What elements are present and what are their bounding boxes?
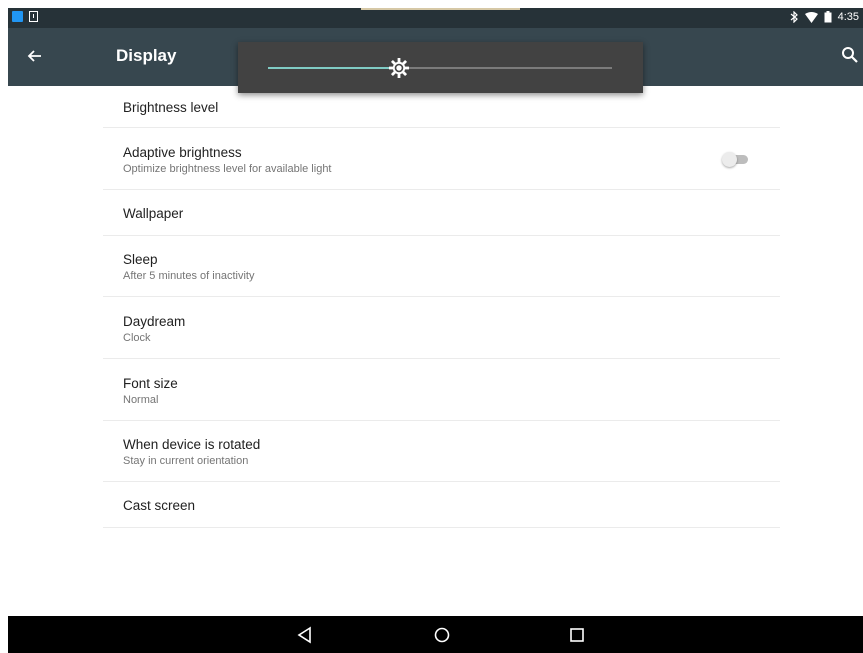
home-circle-icon[interactable] bbox=[432, 625, 452, 645]
status-time: 4:35 bbox=[837, 11, 859, 23]
setting-label: Brightness level bbox=[123, 100, 219, 115]
bluetooth-icon bbox=[790, 11, 798, 23]
arrow-left-icon[interactable] bbox=[25, 46, 45, 66]
setting-label: Daydream bbox=[123, 314, 186, 329]
adaptive-brightness-toggle[interactable] bbox=[722, 152, 750, 167]
setting-label: Wallpaper bbox=[123, 206, 184, 221]
setting-summary: Clock bbox=[123, 332, 151, 344]
navigation-bar bbox=[8, 616, 863, 653]
setting-cast-screen[interactable]: Cast screen bbox=[103, 482, 780, 528]
setting-label: Sleep bbox=[123, 252, 158, 267]
setting-summary: Normal bbox=[123, 394, 159, 406]
setting-label: Adaptive brightness bbox=[123, 145, 242, 160]
page-title: Display bbox=[116, 46, 177, 65]
back-triangle-icon[interactable] bbox=[295, 625, 315, 645]
setting-font-size[interactable]: Font size Normal bbox=[103, 359, 780, 421]
setting-daydream[interactable]: Daydream Clock bbox=[103, 297, 780, 359]
status-bar: 4:35 bbox=[8, 8, 863, 28]
setting-summary: After 5 minutes of inactivity bbox=[123, 270, 255, 282]
brightness-icon[interactable] bbox=[388, 57, 410, 79]
setting-label: When device is rotated bbox=[123, 437, 261, 452]
app-notification-icon bbox=[12, 11, 23, 22]
brightness-slider-fill bbox=[268, 67, 399, 69]
setting-rotation[interactable]: When device is rotated Stay in current o… bbox=[103, 421, 780, 482]
setting-summary: Optimize brightness level for available … bbox=[123, 163, 332, 175]
setting-label: Font size bbox=[123, 376, 178, 391]
brightness-slider[interactable] bbox=[268, 58, 612, 78]
settings-list: Brightness level Adaptive brightness Opt… bbox=[103, 86, 780, 528]
top-indicator bbox=[361, 8, 520, 10]
setting-label: Cast screen bbox=[123, 498, 196, 513]
download-icon bbox=[29, 11, 38, 22]
toggle-knob bbox=[722, 152, 737, 167]
battery-icon bbox=[824, 11, 832, 23]
setting-adaptive-brightness[interactable]: Adaptive brightness Optimize brightness … bbox=[103, 128, 780, 190]
recents-square-icon[interactable] bbox=[567, 625, 587, 645]
setting-wallpaper[interactable]: Wallpaper bbox=[103, 190, 780, 236]
setting-summary: Stay in current orientation bbox=[123, 455, 249, 467]
wifi-icon bbox=[804, 11, 818, 23]
setting-sleep[interactable]: Sleep After 5 minutes of inactivity bbox=[103, 236, 780, 297]
brightness-dialog bbox=[238, 42, 643, 93]
search-icon[interactable] bbox=[841, 46, 859, 64]
